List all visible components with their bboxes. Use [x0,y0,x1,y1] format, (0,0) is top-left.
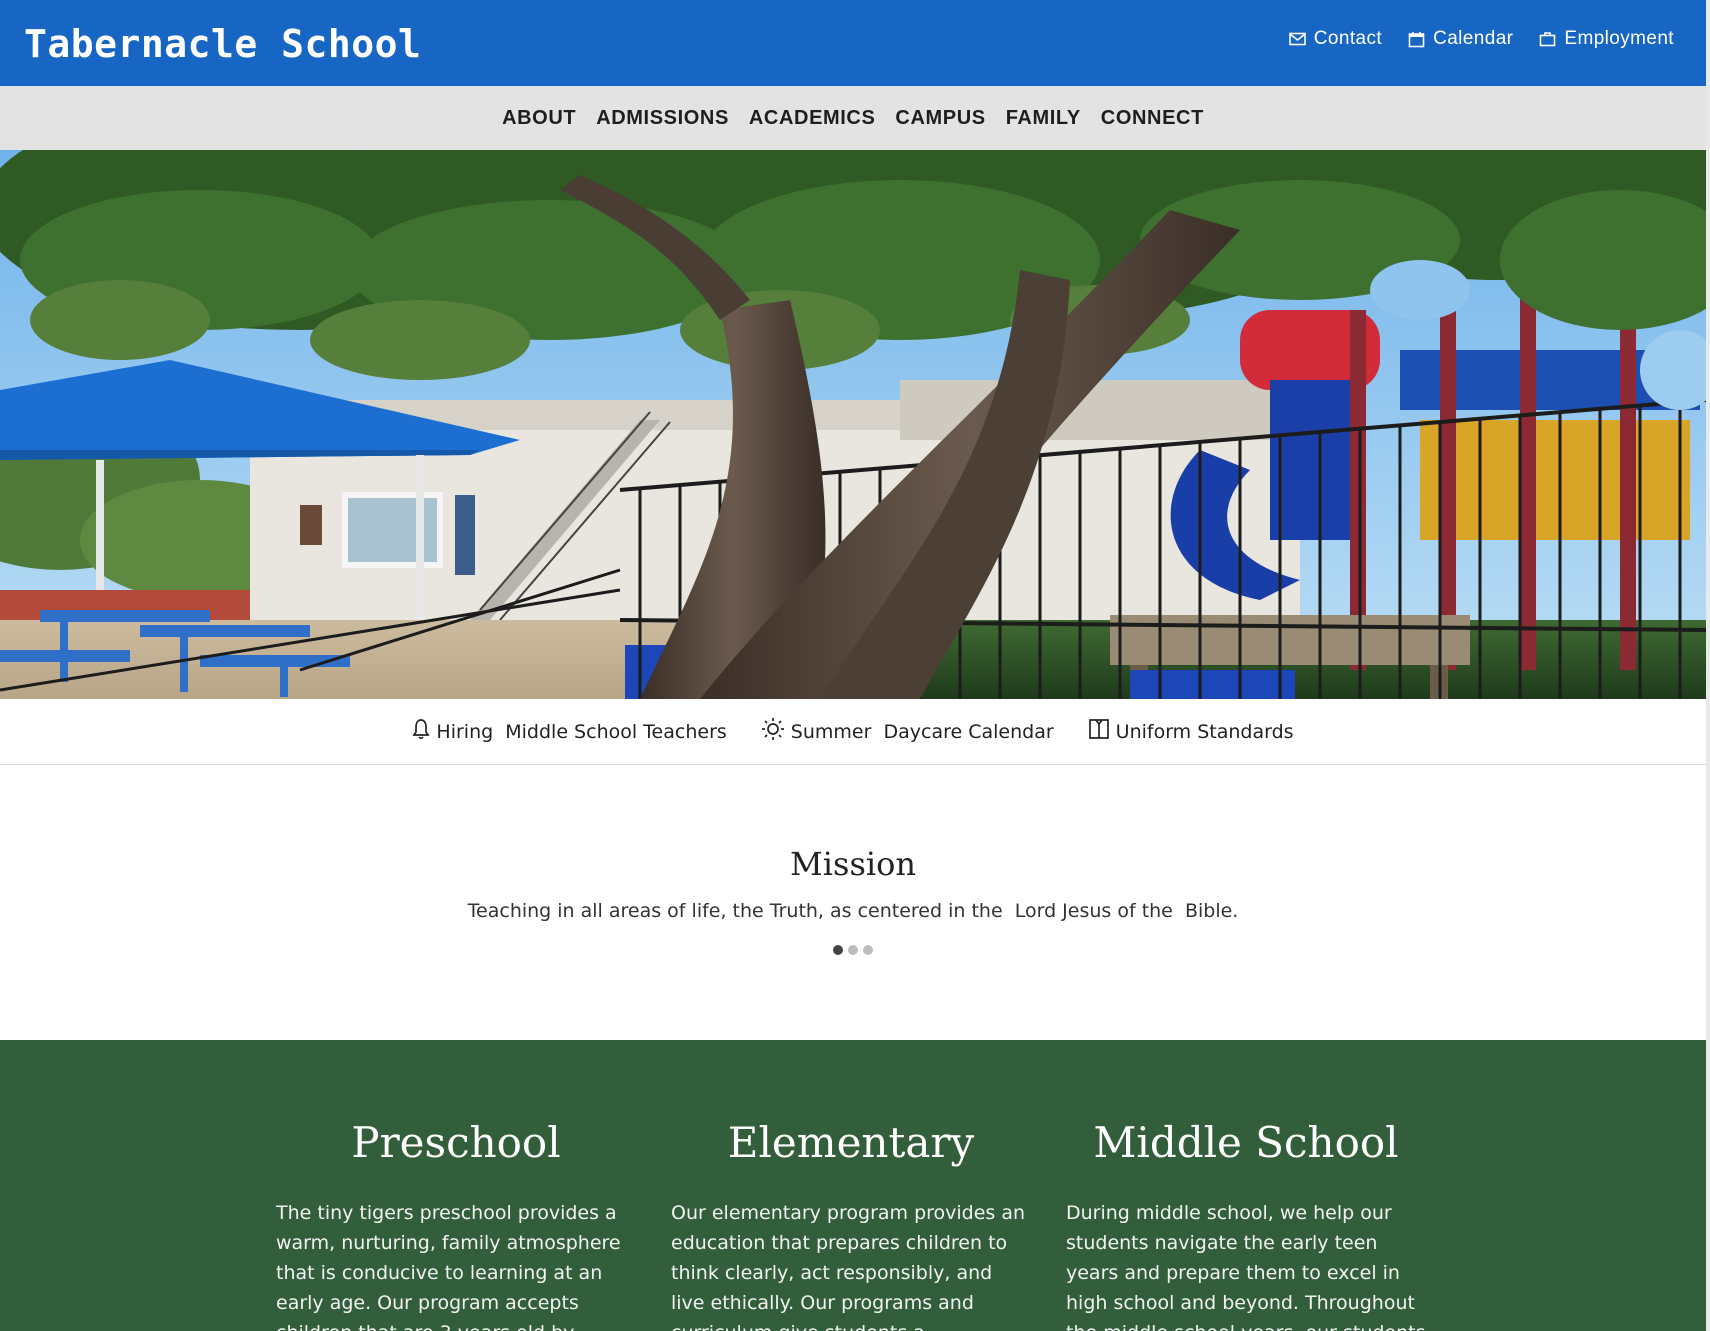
nav-academics[interactable]: ACADEMICS [749,101,876,136]
quick-link-hiring-label: Hiring Middle School Teachers [436,720,727,743]
contact-link[interactable]: Contact [1288,28,1383,50]
quick-links-bar: Hiring Middle School Teachers Summer Day… [0,699,1706,765]
quick-link-daycare-label: Summer Daycare Calendar [790,720,1054,743]
slide-dots [0,945,1706,955]
scrollbar-track[interactable] [1706,0,1710,1331]
sun-icon [761,717,785,746]
envelope-icon [1288,32,1306,46]
program-preschool: Preschool The tiny tigers preschool prov… [276,1118,636,1331]
program-title-middle-school[interactable]: Middle School [1066,1118,1426,1168]
nav-family[interactable]: FAMILY [1006,101,1081,136]
calendar-icon [1408,31,1425,48]
mission-text: Teaching in all areas of life, the Truth… [467,900,1239,922]
main-nav: ABOUT ADMISSIONS ACADEMICS CAMPUS FAMILY… [0,86,1706,151]
quick-link-daycare[interactable]: Summer Daycare Calendar [761,717,1054,746]
employment-label: Employment [1564,28,1674,49]
site-title[interactable]: Tabernacle School [24,20,421,68]
nav-campus[interactable]: CAMPUS [895,101,985,136]
nav-admissions[interactable]: ADMISSIONS [596,101,729,136]
nav-about[interactable]: ABOUT [502,101,576,136]
program-elementary: Elementary Our elementary program provid… [671,1118,1031,1331]
slide-dot-1[interactable] [833,945,843,955]
programs-section: Preschool The tiny tigers preschool prov… [0,1040,1706,1331]
top-bar: Tabernacle School Contact Calendar Emplo… [0,0,1706,86]
program-title-elementary[interactable]: Elementary [671,1118,1031,1168]
page: Tabernacle School Contact Calendar Emplo… [0,0,1706,1331]
slide-dot-3[interactable] [863,945,873,955]
program-text-preschool: The tiny tigers preschool provides a war… [276,1202,621,1331]
bell-icon [412,718,431,745]
quick-link-uniform[interactable]: Uniform Standards [1088,718,1294,745]
slide-dot-2[interactable] [848,945,858,955]
mission-section: Mission Teaching in all areas of life, t… [0,765,1706,1040]
employment-link[interactable]: Employment [1539,28,1674,50]
utility-nav: Contact Calendar Employment [1288,28,1674,50]
mission-title: Mission [790,845,916,883]
quick-link-hiring[interactable]: Hiring Middle School Teachers [412,718,727,745]
briefcase-icon [1539,31,1556,47]
hero-image [0,150,1706,699]
program-middle-school: Middle School During middle school, we h… [1066,1118,1426,1331]
program-text-elementary: Our elementary program provides an educa… [671,1202,1026,1331]
program-text-middle-school: During middle school, we help our studen… [1066,1202,1426,1331]
nav-connect[interactable]: CONNECT [1101,101,1204,136]
shirt-icon [1088,718,1110,745]
quick-link-uniform-label: Uniform Standards [1115,720,1294,743]
program-title-preschool[interactable]: Preschool [276,1118,636,1168]
calendar-link[interactable]: Calendar [1408,28,1513,50]
contact-label: Contact [1313,28,1383,49]
calendar-label: Calendar [1433,28,1514,49]
